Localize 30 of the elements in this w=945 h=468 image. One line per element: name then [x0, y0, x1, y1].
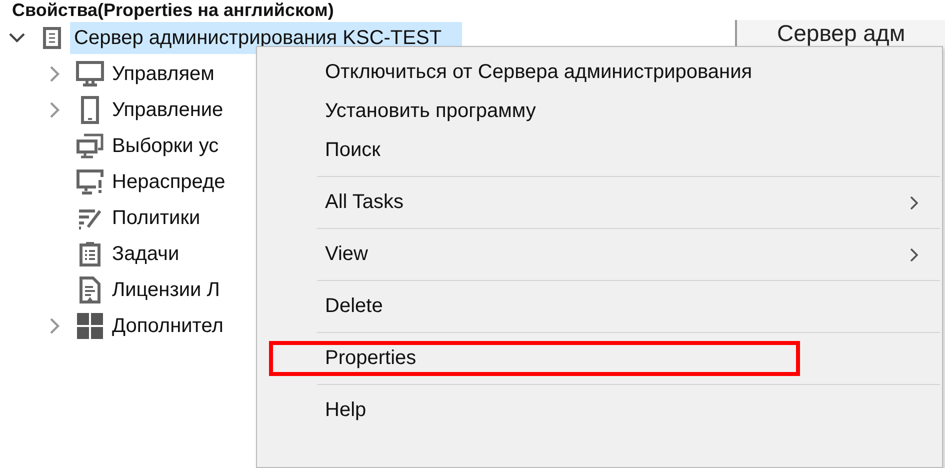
chevron-right-icon[interactable]	[50, 102, 60, 118]
chevron-down-icon[interactable]	[9, 33, 25, 43]
server-icon	[43, 27, 61, 49]
caption: Свойства(Properties на английском)	[11, 0, 334, 20]
menu-item[interactable]: All Tasks	[257, 183, 942, 222]
document-icon	[79, 276, 101, 304]
menu-item[interactable]: Help	[257, 391, 942, 430]
clipboard-icon	[79, 241, 101, 267]
menu-item[interactable]: Отключиться от Сервера администрирования	[257, 53, 942, 92]
tree-item[interactable]: Выборки ус	[108, 130, 225, 162]
phone-icon	[81, 96, 99, 124]
tree-item[interactable]: Лицензии Л	[108, 274, 226, 306]
menu-item[interactable]: Установить программу	[257, 92, 942, 131]
tiles-icon	[77, 313, 103, 339]
tree-item[interactable]: Дополнител	[108, 310, 230, 342]
menu-item[interactable]: Properties	[267, 339, 802, 378]
menu-item[interactable]: Поиск	[257, 131, 942, 170]
monitors-icon	[76, 133, 104, 159]
tree-item[interactable]: Управляем	[108, 58, 220, 90]
tree-item[interactable]: Нераспреде	[108, 166, 232, 198]
chevron-right-icon[interactable]	[50, 66, 60, 82]
menu-item[interactable]: View	[257, 235, 942, 274]
tree-item[interactable]: Задачи	[108, 238, 186, 270]
tree-item[interactable]: Политики	[108, 202, 206, 234]
monitor-icon	[76, 61, 104, 87]
pane-title: Сервер адм	[777, 20, 906, 47]
tree-item[interactable]: Управление	[108, 94, 230, 126]
monitor-alert-icon	[76, 169, 104, 195]
menu-item[interactable]: Delete	[257, 287, 942, 326]
chevron-right-icon[interactable]	[50, 318, 60, 334]
